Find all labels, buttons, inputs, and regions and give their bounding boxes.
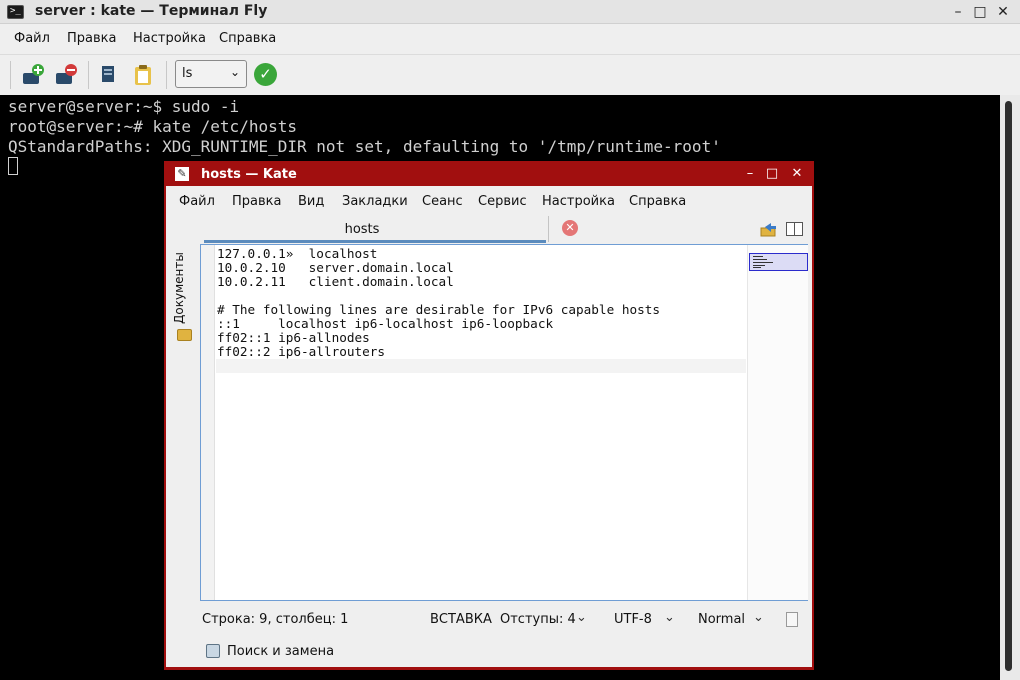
editor-gutter (201, 245, 215, 600)
code-line: # The following lines are desirable for … (217, 302, 661, 317)
toolbar-separator (166, 61, 167, 89)
highlight-mode[interactable]: Normal (698, 612, 745, 627)
chevron-down-icon[interactable]: ⌄ (664, 610, 675, 625)
close-icon[interactable]: ✕ (993, 2, 1013, 22)
kate-menu-settings[interactable]: Настройка (542, 194, 615, 209)
terminal-title: server : kate — Терминал Fly (35, 3, 268, 19)
kate-menu-edit[interactable]: Правка (232, 194, 281, 209)
cursor-position[interactable]: Строка: 9, столбец: 1 (202, 612, 348, 627)
tab-hosts-label: hosts (344, 222, 380, 237)
indent-setting[interactable]: Отступы: 4 (500, 612, 576, 627)
maximize-icon[interactable]: □ (970, 2, 990, 22)
kate-menu-tools[interactable]: Сервис (478, 194, 527, 209)
command-select-value: ls (182, 66, 193, 81)
minimap-viewport[interactable] (749, 253, 808, 271)
command-select[interactable]: ls ⌄ (175, 60, 247, 88)
toolbar-separator (88, 61, 89, 89)
close-session-icon[interactable] (54, 63, 78, 87)
minimize-icon[interactable]: – (740, 164, 760, 184)
quick-open-icon[interactable] (760, 221, 778, 237)
terminal-titlebar: >_ server : kate — Терминал Fly – □ ✕ (0, 0, 1020, 24)
terminal-line: root@server:~# kate /etc/hosts (8, 117, 297, 136)
active-tab-indicator (204, 240, 546, 243)
input-mode[interactable]: ВСТАВКА (430, 612, 492, 627)
chevron-down-icon[interactable]: ⌄ (753, 610, 764, 625)
search-replace-icon[interactable] (206, 644, 220, 658)
folder-icon[interactable] (177, 329, 192, 341)
copy-icon[interactable] (96, 63, 120, 87)
terminal-scrollbar[interactable] (1000, 95, 1020, 680)
kate-title: hosts — Kate (201, 167, 297, 182)
search-replace-button[interactable]: Поиск и замена (227, 644, 334, 659)
menu-file[interactable]: Файл (14, 31, 50, 46)
scrollbar-handle[interactable] (1005, 101, 1012, 671)
paste-icon[interactable] (131, 63, 155, 87)
minimap[interactable] (747, 245, 808, 600)
document-icon[interactable] (786, 612, 798, 627)
terminal-line: QStandardPaths: XDG_RUNTIME_DIR not set,… (8, 137, 721, 156)
tab-close-icon[interactable]: ✕ (562, 220, 578, 236)
kate-app-icon: ✎ (175, 167, 189, 181)
menu-help[interactable]: Справка (219, 31, 276, 46)
terminal-app-icon: >_ (7, 5, 24, 19)
new-session-icon[interactable] (21, 63, 45, 87)
editor-content[interactable]: 127.0.0.1» localhost 10.0.2.10 server.dom… (217, 247, 660, 359)
code-line: 10.0.2.11 client.domain.local (217, 274, 454, 289)
encoding-setting[interactable]: UTF-8 (614, 612, 652, 627)
code-line: 127.0.0.1» localhost (217, 246, 378, 261)
kate-menu-bookmarks[interactable]: Закладки (342, 194, 408, 209)
kate-menu-view[interactable]: Вид (298, 194, 324, 209)
terminal-line: server@server:~$ sudo -i (8, 97, 240, 116)
menu-settings[interactable]: Настройка (133, 31, 206, 46)
maximize-icon[interactable]: □ (762, 164, 782, 184)
kate-menu-session[interactable]: Сеанс (422, 194, 463, 209)
tab-separator (548, 216, 549, 242)
terminal-menubar: Файл Правка Настройка Справка (0, 25, 1020, 54)
kate-menu-file[interactable]: Файл (179, 194, 215, 209)
documents-tab[interactable]: Документы (172, 252, 186, 324)
split-view-icon[interactable] (786, 222, 803, 236)
kate-titlebar: ✎ hosts — Kate – □ ✕ (165, 162, 813, 186)
code-line: 10.0.2.10 server.domain.local (217, 260, 454, 275)
code-line: ​ (217, 289, 660, 303)
toolbar-separator (10, 61, 11, 89)
chevron-down-icon: ⌄ (229, 65, 240, 79)
terminal-cursor (8, 157, 18, 175)
kate-body: Файл Правка Вид Закладки Сеанс Сервис На… (166, 186, 812, 667)
bottom-tool-bar: Поиск и замена (166, 638, 812, 664)
terminal-toolbar: ls ⌄ ✓ (0, 54, 1020, 94)
text-editor[interactable]: 127.0.0.1» localhost 10.0.2.10 server.dom… (200, 244, 808, 601)
run-command-button[interactable]: ✓ (254, 63, 277, 86)
kate-window: ✎ hosts — Kate – □ ✕ Файл Правка Вид Зак… (164, 161, 814, 670)
tab-hosts[interactable]: hosts ✕ (202, 216, 578, 243)
code-line: ff02::2 ip6-allrouters (217, 344, 386, 359)
documents-side-panel: Документы (166, 216, 200, 656)
minimize-icon[interactable]: – (948, 2, 968, 22)
chevron-down-icon[interactable]: ⌄ (576, 610, 587, 625)
code-line: ::1 localhost ip6-localhost ip6-loopback (217, 316, 554, 331)
code-line: ff02::1 ip6-allnodes (217, 330, 370, 345)
status-bar: Строка: 9, столбец: 1 ВСТАВКА Отступы: 4… (166, 606, 812, 632)
menu-edit[interactable]: Правка (67, 31, 116, 46)
kate-menu-help[interactable]: Справка (629, 194, 686, 209)
current-line-highlight (216, 359, 746, 373)
close-icon[interactable]: ✕ (787, 164, 807, 184)
